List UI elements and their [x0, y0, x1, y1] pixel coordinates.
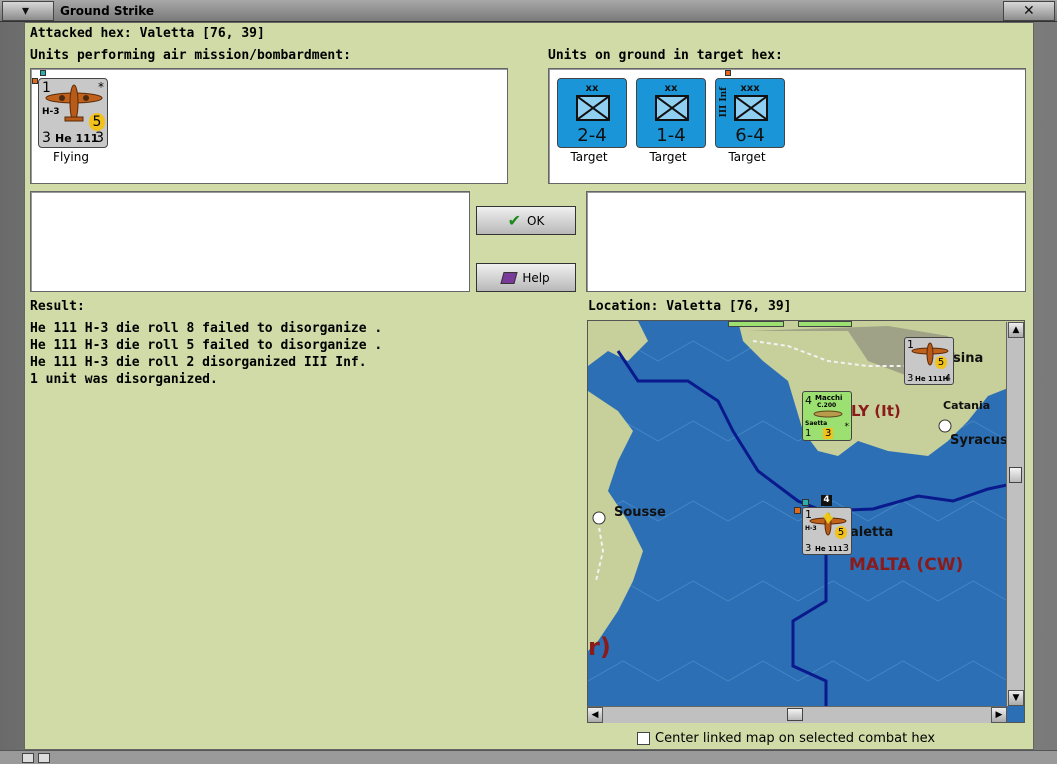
- unit-marker: [802, 499, 809, 506]
- result-line: He 111 H-3 die roll 5 failed to disorgan…: [30, 338, 383, 353]
- map-counter-partial[interactable]: [798, 321, 852, 327]
- map-air-counter-selected[interactable]: 1 H-3 5 3 He 111 3: [802, 507, 852, 555]
- unit-marker: [40, 70, 46, 76]
- map-counter-partial[interactable]: [728, 321, 784, 327]
- result-line: 1 unit was disorganized.: [30, 372, 218, 387]
- ground-unit-status: Target: [570, 150, 608, 164]
- scroll-right-arrow[interactable]: ▶: [991, 707, 1007, 723]
- window-title: Ground Strike: [60, 4, 155, 18]
- ground-unit-status: Target: [728, 150, 766, 164]
- linked-map-view[interactable]: sina LY (It) Catania Syracus Sousse alet…: [587, 320, 1025, 723]
- map-horizontal-scrollbar[interactable]: ◀ ▶: [587, 706, 1007, 723]
- ground-unit-counter[interactable]: xx 2-4: [557, 78, 627, 148]
- map-label-sousse: Sousse: [614, 505, 666, 520]
- scroll-up-arrow[interactable]: ▲: [1008, 322, 1024, 338]
- checkmark-icon: ✔: [507, 211, 522, 230]
- infantry-icon: [734, 95, 768, 121]
- map-label-malta: MALTA (CW): [849, 555, 964, 575]
- attacked-hex-label: Attacked hex: Valetta [76, 39]: [30, 26, 265, 41]
- stack-count-badge: 4: [821, 495, 832, 506]
- horizontal-scroll-thumb[interactable]: [787, 708, 803, 721]
- map-air-counter[interactable]: 1 5 3 He 111H 4: [904, 337, 954, 385]
- map-label-valetta: aletta: [850, 525, 894, 540]
- result-line: He 111 H-3 die roll 8 failed to disorgan…: [30, 321, 383, 336]
- ground-units-label: Units on ground in target hex:: [548, 48, 783, 63]
- result-label: Result:: [30, 299, 85, 314]
- map-label-catania: Catania: [943, 399, 991, 412]
- unit-marker: [725, 70, 731, 76]
- map-vertical-scrollbar[interactable]: ▲ ▼: [1006, 322, 1024, 706]
- vertical-scroll-thumb[interactable]: [1009, 467, 1022, 483]
- ok-button[interactable]: ✔ OK: [476, 206, 576, 235]
- ground-unit-counter[interactable]: xx 1-4: [636, 78, 706, 148]
- center-linked-map-label: Center linked map on selected combat hex: [655, 731, 936, 746]
- ground-unit-status: Target: [649, 150, 687, 164]
- map-label-italy: LY (It): [851, 402, 901, 420]
- menu-icon: ▾: [22, 3, 30, 19]
- air-unit-status: Flying: [53, 150, 89, 164]
- location-label: Location: Valetta [76, 39]: [588, 299, 792, 314]
- map-label-syracuse: Syracus: [950, 433, 1008, 448]
- map-label-messina: sina: [953, 351, 984, 366]
- air-units-label: Units performing air mission/bombardment…: [30, 48, 351, 63]
- result-line: He 111 H-3 die roll 2 disorganized III I…: [30, 355, 367, 370]
- air-unit-details-panel: [30, 191, 470, 292]
- infantry-icon: [655, 95, 689, 121]
- map-label-partial: r): [588, 633, 611, 661]
- status-bar: [0, 750, 1057, 764]
- scroll-down-arrow[interactable]: ▼: [1008, 690, 1024, 706]
- close-button[interactable]: ✕: [1003, 1, 1055, 21]
- infantry-icon: [576, 95, 610, 121]
- air-unit-counter[interactable]: 1 * H-3 5 3 He 111 3: [38, 78, 108, 148]
- title-bar[interactable]: ▾ Ground Strike ✕: [0, 0, 1057, 22]
- ground-unit-details-panel: [586, 191, 1026, 292]
- system-menu-button[interactable]: ▾: [2, 1, 54, 21]
- map-air-counter[interactable]: 4 Macchi C.200 Saetta * 1 3: [802, 391, 852, 441]
- center-linked-map-checkbox[interactable]: [637, 732, 650, 745]
- help-button[interactable]: Help: [476, 263, 576, 292]
- close-icon: ✕: [1023, 3, 1035, 19]
- resize-icon[interactable]: [38, 753, 50, 763]
- ground-unit-counter[interactable]: III Inf xxx 6-4: [715, 78, 785, 148]
- unit-marker: [794, 507, 801, 514]
- scroll-left-arrow[interactable]: ◀: [587, 707, 603, 723]
- result-log: He 111 H-3 die roll 8 failed to disorgan…: [30, 321, 382, 389]
- fighter-icon: [813, 410, 843, 418]
- help-book-icon: [500, 271, 518, 284]
- resize-icon[interactable]: [22, 753, 34, 763]
